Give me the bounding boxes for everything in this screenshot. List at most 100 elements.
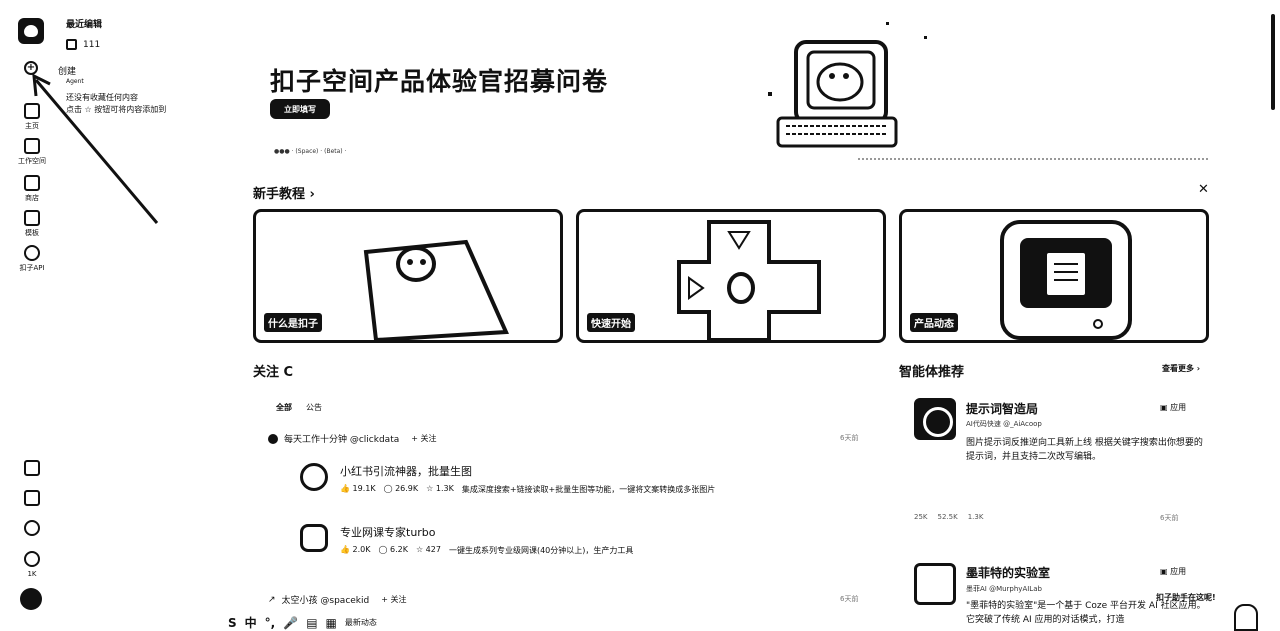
bot-description: 集成深度搜索+链接读取+批量生图等功能，一键将文案转换成多张图片 (461, 485, 716, 494)
document-icon (24, 490, 40, 506)
tutorial-card-quick-start[interactable]: 快速开始 (576, 209, 886, 343)
agent-avatar[interactable] (914, 563, 956, 605)
feed-author-name[interactable]: 每天工作十分钟 @clickdata (284, 432, 399, 445)
left-sidebar: + 主页 工作空间 商店 模板 扣子API 1K (0, 0, 64, 631)
ime-logo-icon[interactable]: S (228, 616, 237, 630)
agent-name[interactable]: 提示词智造局 (966, 400, 1038, 417)
tab-announcements[interactable]: 公告 (306, 402, 322, 413)
computer-illustration (768, 22, 927, 148)
recommend-section-title: 智能体推荐 (899, 365, 965, 380)
sidebar-item-workspace[interactable]: 工作空间 (0, 138, 64, 165)
users-count: 25K (914, 513, 928, 521)
follow-button[interactable]: + 关注 (381, 594, 406, 605)
agent-type-badge: ▣ 应用 (1160, 567, 1187, 576)
scrollbar[interactable] (1271, 14, 1275, 110)
bot-avatar (300, 463, 328, 491)
create-label[interactable]: 创建 (58, 64, 76, 77)
ime-lang-toggle[interactable]: 中 (245, 614, 257, 631)
rocket-icon: ↗ (268, 594, 276, 605)
home-icon (24, 103, 40, 119)
see-more-link[interactable]: 查看更多 › (1162, 363, 1200, 374)
feed-time: 6天前 (840, 434, 859, 442)
bot-description: 一键生成系列专业级网课(40分钟以上)，生产力工具 (448, 546, 634, 555)
sidebar-item-label: 扣子API (19, 264, 45, 272)
assistant-mascot-icon[interactable] (1234, 604, 1258, 631)
sidebar-item-api[interactable]: 扣子API (0, 245, 64, 272)
follow-button[interactable]: + 关注 (411, 433, 436, 444)
avatar[interactable] (20, 588, 42, 610)
tutorial-section-title[interactable]: 新手教程 › (253, 183, 315, 202)
bot-card[interactable]: 小红书引流神器，批量生图 👍 19.1K ◯ 26.9K ☆ 1.3K 集成深度… (300, 463, 715, 495)
stars-count: ☆ 1.3K (426, 484, 454, 493)
docs-button[interactable] (0, 490, 64, 506)
bot-avatar (300, 524, 328, 552)
star-icon (24, 551, 40, 567)
agent-name[interactable]: 墨菲特的实验室 (966, 564, 1050, 581)
close-icon[interactable]: ✕ (1198, 182, 1209, 197)
notifications-button[interactable] (0, 520, 64, 536)
star-count: 1K (27, 570, 37, 578)
sidebar-item-home[interactable]: 主页 (0, 103, 64, 130)
tutorial-tag: 快速开始 (587, 313, 635, 332)
sidebar-item-templates[interactable]: 模板 (0, 210, 64, 237)
recent-item-label: 111 (83, 39, 101, 50)
agent-time: 6天前 (1160, 514, 1179, 522)
recent-item[interactable]: 111 (66, 39, 100, 50)
likes-count: 👍 2.0K (340, 545, 371, 554)
coze-logo-icon[interactable] (18, 18, 44, 44)
feed-author-name[interactable]: 太空小孩 @spacekid (282, 593, 370, 606)
comments-count: ◯ 26.9K (383, 484, 419, 493)
follow-section-title: 关注 C (253, 365, 294, 380)
tutorial-card-product-news[interactable]: 产品动态 (899, 209, 1209, 343)
recent-edit-title: 最近编辑 (66, 20, 103, 30)
agent-author[interactable]: AI代码快速 @_AiAcoop (966, 419, 1042, 429)
tutorial-card-what-is-coze[interactable]: 什么是扣子 (253, 209, 563, 343)
bot-stats: 👍 19.1K ◯ 26.9K ☆ 1.3K 集成深度搜索+链接读取+批量生图等… (340, 484, 715, 495)
create-sub-label: Agent (66, 78, 84, 85)
star-count-button[interactable]: 1K (0, 551, 64, 578)
template-icon (24, 210, 40, 226)
qr-code-button[interactable] (0, 460, 64, 476)
likes-count: 👍 19.1K (340, 484, 376, 493)
bot-card[interactable]: 专业网课专家turbo 👍 2.0K ◯ 6.2K ☆ 427 一键生成系列专业… (300, 524, 633, 556)
assistant-bubble[interactable]: 扣子助手在这呢! (1156, 592, 1216, 603)
microphone-icon[interactable]: 🎤 (283, 616, 298, 630)
feed-author: 每天工作十分钟 @clickdata + 关注 (268, 432, 437, 445)
store-icon (24, 175, 40, 191)
favorites-hint: 还没有收藏任何内容 点击 ☆ 按钮可将内容添加到 (66, 93, 167, 114)
comments-count: ◯ 6.2K (378, 545, 408, 554)
agent-avatar[interactable] (914, 398, 956, 440)
divider (858, 158, 1208, 160)
bot-stats: 👍 2.0K ◯ 6.2K ☆ 427 一键生成系列专业级网课(40分钟以上)，… (340, 545, 633, 556)
follow-tabs: 全部 公告 (276, 402, 322, 413)
agent-author[interactable]: 墨菲AI @MurphyAILab (966, 584, 1042, 594)
ime-toolbar: S 中 °, 🎤 ▤ ▦ 最新动态 (228, 614, 377, 631)
stars-count: 1.3K (967, 513, 984, 521)
create-plus-icon[interactable]: + (24, 61, 38, 75)
punctuation-icon[interactable]: °, (265, 616, 276, 630)
sidebar-item-label: 主页 (25, 122, 39, 130)
bot-icon (66, 39, 77, 50)
sidebar-item-label: 商店 (25, 194, 39, 202)
keyboard-icon[interactable]: ▤ (306, 616, 317, 630)
stars-count: ☆ 427 (415, 545, 441, 554)
sidebar-item-label: 模板 (25, 229, 39, 237)
banner-title: 扣子空间产品体验官招募问卷 (270, 67, 609, 96)
agent-description: 图片提示词反推逆向工具新上线 根据关键字搜索出你想要的提示词，并且支持二次改写编… (966, 438, 1203, 462)
feed-time: 6天前 (840, 595, 859, 603)
api-icon (24, 245, 40, 261)
tutorial-tag: 产品动态 (910, 313, 958, 332)
qr-code-icon (24, 460, 40, 476)
runs-count: 52.5K (937, 513, 958, 521)
banner-subtitle: ●●● · (Space) · (Beta) · (274, 148, 347, 155)
grid-icon[interactable]: ▦ (326, 616, 337, 630)
sidebar-item-store[interactable]: 商店 (0, 175, 64, 202)
tutorial-tag: 什么是扣子 (264, 313, 322, 332)
agent-description: "墨菲特的实验室"是一个基于 Coze 平台开发 AI 社区应用。它突破了传统 … (966, 601, 1206, 625)
folder-icon (24, 138, 40, 154)
fill-now-button[interactable]: 立即填写 (270, 99, 330, 119)
agent-stats: 25K 52.5K 1.3K (914, 513, 983, 521)
latest-news-label: 最新动态 (344, 618, 377, 627)
tab-all[interactable]: 全部 (276, 402, 292, 413)
bell-icon (24, 520, 40, 536)
